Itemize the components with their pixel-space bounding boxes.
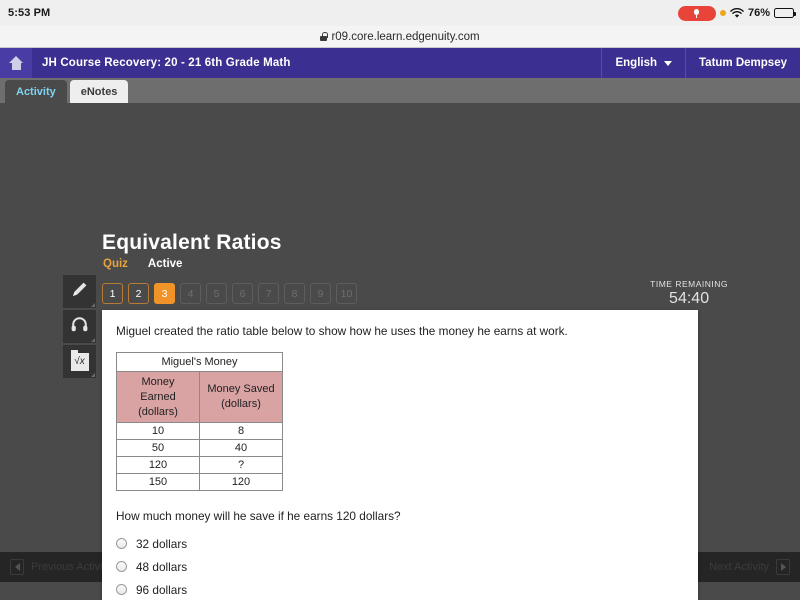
home-icon bbox=[8, 56, 24, 70]
status-time: 5:53 PM bbox=[8, 7, 51, 19]
time-remaining: TIME REMAINING 54:40 bbox=[650, 279, 728, 308]
table-header-row: Money Earned (dollars) Money Saved (doll… bbox=[116, 370, 283, 424]
language-label: English bbox=[615, 57, 658, 69]
cell-saved: ? bbox=[199, 456, 283, 475]
radio-button-icon[interactable] bbox=[116, 584, 127, 596]
table-row: 120 ? bbox=[116, 456, 283, 475]
pencil-icon bbox=[70, 280, 89, 304]
ios-status-bar: 5:53 PM 76% bbox=[0, 0, 800, 26]
table-row: 50 40 bbox=[116, 439, 283, 458]
page-title: Equivalent Ratios bbox=[102, 231, 282, 254]
table-row: 150 120 bbox=[116, 473, 283, 492]
cell-earned: 50 bbox=[116, 439, 200, 458]
answer-option-label: 96 dollars bbox=[136, 582, 188, 597]
question-nav-2[interactable]: 2 bbox=[128, 283, 149, 304]
cell-earned: 120 bbox=[116, 456, 200, 475]
wifi-icon bbox=[730, 7, 744, 19]
cell-saved: 40 bbox=[199, 439, 283, 458]
question-nav-10[interactable]: 10 bbox=[336, 283, 357, 304]
header-right-controls: English Tatum Dempsey bbox=[601, 48, 800, 78]
text-to-speech-button[interactable] bbox=[63, 310, 96, 343]
user-menu[interactable]: Tatum Dempsey bbox=[685, 48, 800, 78]
activity-stage: Equivalent Ratios Quiz Active 1 2 3 4 5 … bbox=[0, 103, 800, 600]
timer-value: 54:40 bbox=[669, 290, 710, 307]
tab-enotes[interactable]: eNotes bbox=[69, 80, 129, 103]
question-nav-7[interactable]: 7 bbox=[258, 283, 279, 304]
previous-activity-label: Previous Activity bbox=[31, 561, 112, 573]
privacy-dot-icon bbox=[719, 10, 726, 16]
cell-earned: 10 bbox=[116, 422, 200, 441]
table-caption-row: Miguel's Money bbox=[116, 351, 283, 372]
timer-label: TIME REMAINING bbox=[650, 279, 728, 289]
question-nav-4[interactable]: 4 bbox=[180, 283, 201, 304]
question-nav-5[interactable]: 5 bbox=[206, 283, 227, 304]
language-selector[interactable]: English bbox=[601, 48, 685, 78]
headphones-icon bbox=[70, 316, 89, 338]
question-nav-8[interactable]: 8 bbox=[284, 283, 305, 304]
chevron-right-icon bbox=[776, 559, 790, 575]
table-caption: Miguel's Money bbox=[116, 351, 283, 372]
app-header: JH Course Recovery: 20 - 21 6th Grade Ma… bbox=[0, 48, 800, 78]
header-line-1: Money Saved bbox=[207, 383, 275, 396]
question-navigator: 1 2 3 4 5 6 7 8 9 10 bbox=[102, 283, 357, 304]
tab-activity[interactable]: Activity bbox=[5, 80, 67, 103]
question-panel: Miguel created the ratio table below to … bbox=[102, 310, 698, 600]
cell-saved: 8 bbox=[199, 422, 283, 441]
answer-option-2[interactable]: 48 dollars bbox=[116, 557, 684, 576]
question-nav-9[interactable]: 9 bbox=[310, 283, 331, 304]
question-prompt: Miguel created the ratio table below to … bbox=[116, 324, 568, 338]
browser-url-bar[interactable]: r09.core.learn.edgenuity.com bbox=[0, 26, 800, 48]
home-button[interactable] bbox=[0, 48, 32, 78]
lesson-type-label: Quiz bbox=[103, 258, 128, 270]
chevron-left-icon bbox=[10, 559, 24, 575]
math-formula-icon: √x bbox=[70, 349, 89, 371]
cell-saved: 120 bbox=[199, 473, 283, 492]
highlighter-tool-button[interactable] bbox=[63, 275, 96, 308]
course-title: JH Course Recovery: 20 - 21 6th Grade Ma… bbox=[42, 57, 291, 69]
question-text: How much money will he save if he earns … bbox=[116, 509, 401, 524]
lesson-meta: Quiz Active bbox=[103, 258, 182, 270]
next-activity-label: Next Activity bbox=[709, 561, 769, 573]
question-nav-3[interactable]: 3 bbox=[154, 283, 175, 304]
header-line-1: Money Earned bbox=[140, 375, 176, 403]
chevron-down-icon bbox=[664, 60, 673, 66]
header-line-2: (dollars) bbox=[138, 405, 178, 418]
table-header-money-saved: Money Saved (dollars) bbox=[199, 370, 283, 424]
status-indicators: 76% bbox=[677, 0, 796, 26]
table-row: 10 8 bbox=[116, 422, 283, 441]
question-nav-1[interactable]: 1 bbox=[102, 283, 123, 304]
ratio-table: Miguel's Money Money Earned (dollars) Mo… bbox=[116, 351, 283, 492]
previous-activity-button[interactable]: Previous Activity bbox=[10, 559, 111, 575]
question-nav-6[interactable]: 6 bbox=[232, 283, 253, 304]
cell-earned: 150 bbox=[116, 473, 200, 492]
answer-option-1[interactable]: 32 dollars bbox=[116, 534, 684, 553]
header-line-2: (dollars) bbox=[221, 398, 261, 411]
math-tool-button[interactable]: √x bbox=[63, 345, 96, 378]
microphone-icon bbox=[677, 5, 716, 21]
lesson-state-label: Active bbox=[147, 258, 183, 270]
url-text: r09.core.learn.edgenuity.com bbox=[331, 30, 480, 43]
battery-percent: 76% bbox=[747, 7, 770, 19]
battery-icon bbox=[774, 8, 796, 18]
tool-rail: √x bbox=[63, 275, 96, 378]
tab-bar: Activity eNotes bbox=[0, 78, 800, 103]
table-header-money-earned: Money Earned (dollars) bbox=[116, 370, 200, 424]
answer-option-label: 32 dollars bbox=[136, 536, 188, 551]
next-activity-button[interactable]: Next Activity bbox=[709, 559, 790, 575]
lock-icon bbox=[320, 32, 329, 41]
answer-option-label: 48 dollars bbox=[136, 559, 188, 574]
radio-button-icon[interactable] bbox=[116, 538, 127, 550]
user-name: Tatum Dempsey bbox=[699, 57, 787, 69]
answer-options: 32 dollars 48 dollars 96 dollars 160 dol… bbox=[116, 534, 684, 600]
answer-option-3[interactable]: 96 dollars bbox=[116, 580, 684, 599]
radio-button-icon[interactable] bbox=[116, 561, 127, 573]
